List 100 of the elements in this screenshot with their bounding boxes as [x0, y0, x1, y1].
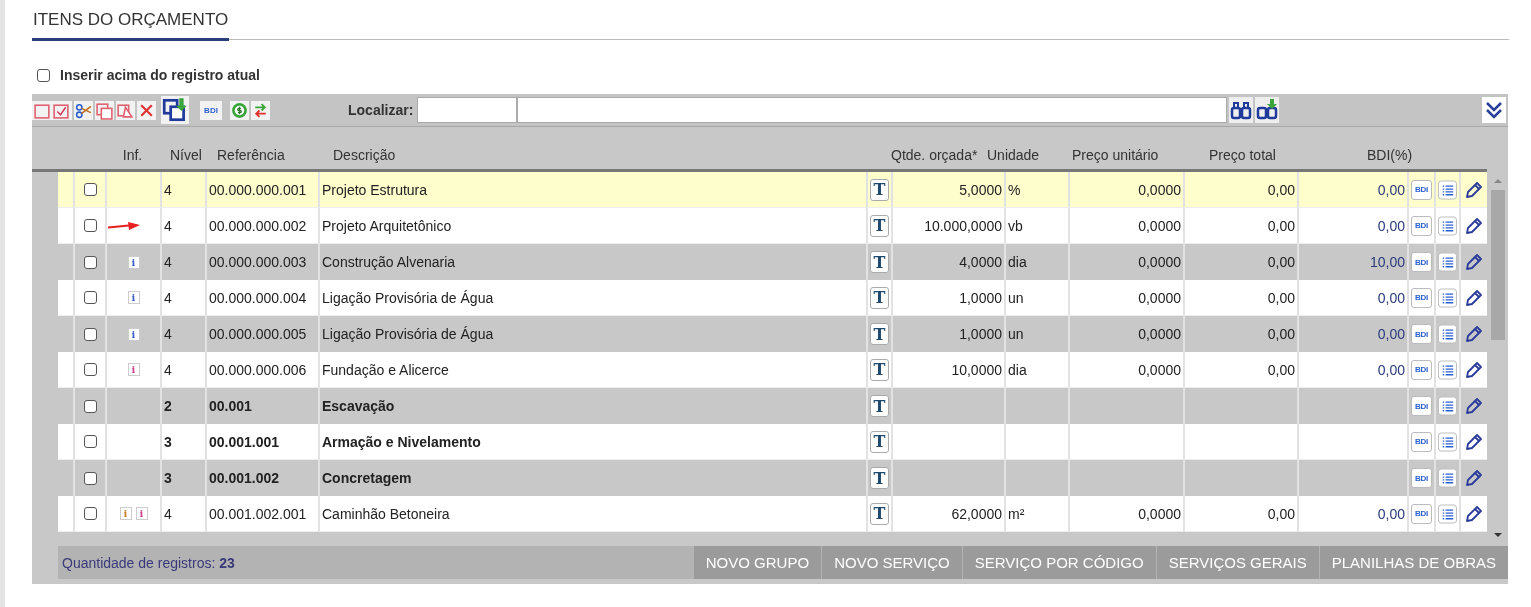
table-row[interactable]: 4 00.000.000.002 Projeto Arquitetônico T 10.000,0000 vb 0,0000 0,00 0,00 BDI [58, 208, 1487, 244]
info-icon[interactable]: i [135, 507, 148, 520]
table-cell: 00.000.000.004 [209, 289, 307, 306]
table-cell: 0,00 [1377, 217, 1405, 234]
bdi-button[interactable]: BDI [200, 100, 222, 120]
table-cell: 0,0000 [1138, 254, 1181, 270]
text-button[interactable]: T [870, 251, 889, 273]
row-checkbox[interactable] [83, 507, 97, 520]
checkbox[interactable] [37, 68, 50, 82]
row-checkbox[interactable] [83, 435, 97, 448]
info-icon[interactable]: i [127, 291, 140, 304]
checkbox-label: Inserir acima do registro atual [60, 67, 260, 83]
row-checkbox[interactable] [83, 219, 97, 232]
table-cell: 0,00 [1267, 289, 1295, 306]
edit-icon[interactable] [1464, 215, 1484, 236]
section-title: ITENS DO ORÇAMENTO [32, 10, 230, 41]
table-cell: 62,0000 [951, 505, 1002, 522]
list-icon[interactable] [1438, 252, 1457, 272]
list-icon[interactable] [1438, 396, 1457, 416]
list-icon[interactable] [1438, 324, 1457, 344]
expand-icon[interactable] [1482, 97, 1506, 123]
binoculars-icon[interactable] [1229, 97, 1254, 123]
table-row[interactable]: 3 00.001.001 Armação e Nivelamento T BDI [58, 424, 1487, 460]
table-row[interactable]: i 4 00.000.000.004 Ligação Provisória de Água T 1,0000 un 0,0000 0,00 0,00 BDI [58, 280, 1487, 316]
info-icon[interactable]: i [119, 507, 132, 520]
row-checkbox[interactable] [83, 363, 97, 376]
bdi-button[interactable]: BDI [1411, 503, 1432, 524]
table-cell: 4 [164, 289, 172, 306]
table-cell: un [1008, 326, 1024, 342]
column-header: Preço total [1209, 147, 1277, 163]
bdi-button[interactable]: BDI [1411, 215, 1432, 236]
text-button[interactable]: T [870, 395, 889, 417]
search-label: Localizar: [348, 102, 414, 118]
scroll-down-icon[interactable] [1492, 532, 1503, 538]
list-icon[interactable] [1438, 179, 1457, 200]
copy-down-icon[interactable] [161, 96, 189, 124]
table-cell: 00.001.002.001 [209, 505, 307, 522]
arrow-icon [106, 220, 141, 231]
list-icon[interactable] [1438, 503, 1457, 524]
row-checkbox[interactable] [83, 399, 97, 413]
row-checkbox[interactable] [83, 471, 97, 485]
list-icon[interactable] [1438, 287, 1457, 308]
table-cell: 0,00 [1377, 505, 1405, 522]
edit-icon[interactable] [1464, 503, 1484, 524]
checkbox-list-icon[interactable] [32, 100, 72, 120]
dollar-coin-icon[interactable] [230, 100, 249, 120]
bdi-button[interactable]: BDI [1411, 359, 1432, 380]
table-cell: 00.000.000.005 [209, 326, 307, 342]
row-checkbox[interactable] [83, 255, 97, 269]
bdi-button[interactable]: BDI [1411, 431, 1432, 452]
text-button[interactable]: T [870, 214, 889, 237]
text-button[interactable]: T [870, 502, 889, 525]
text-button[interactable]: T [870, 467, 889, 489]
search-field[interactable] [517, 97, 1228, 123]
row-checkbox[interactable] [83, 291, 97, 304]
edit-icon[interactable] [1464, 252, 1484, 272]
text-button[interactable]: T [870, 323, 889, 345]
list-icon[interactable] [1438, 431, 1457, 452]
table-cell: 4 [164, 505, 172, 522]
info-icon[interactable]: i [127, 327, 140, 341]
table-row[interactable]: i 4 00.000.000.006 Fundação e Alicerce T 10,0000 dia 0,0000 0,00 0,00 BDI [58, 352, 1487, 388]
info-icon[interactable]: i [127, 363, 140, 376]
list-icon[interactable] [1438, 359, 1457, 380]
text-button[interactable]: T [870, 178, 889, 201]
binoculars-download-icon[interactable] [1255, 97, 1280, 123]
edit-icon[interactable] [1464, 468, 1484, 488]
table-cell: Concretagem [322, 470, 412, 486]
scissors-icon[interactable] [74, 100, 93, 120]
table-row[interactable]: i i 4 00.001.002.001 Caminhão Betoneira T 62,0000 m² 0,0000 0,00 0,00 BDI [58, 496, 1487, 532]
table-cell: Fundação e Alicerce [322, 361, 449, 378]
row-checkbox[interactable] [83, 183, 97, 196]
paste-icon[interactable] [116, 100, 135, 120]
list-icon[interactable] [1438, 468, 1457, 488]
table-cell: dia [1008, 361, 1027, 378]
table-cell: 00.001.001 [209, 433, 280, 450]
search-field[interactable] [417, 97, 518, 123]
row-checkbox[interactable] [83, 327, 97, 341]
edit-icon[interactable] [1464, 287, 1484, 308]
swap-arrows-icon[interactable] [251, 100, 270, 120]
edit-icon[interactable] [1464, 324, 1484, 344]
list-icon[interactable] [1438, 215, 1457, 236]
table-row[interactable]: 4 00.000.000.001 Projeto Estrutura T 5,0000 % 0,0000 0,00 0,00 BDI [58, 172, 1487, 208]
table-cell: 0,0000 [1138, 217, 1181, 234]
text-button[interactable]: T [870, 286, 889, 309]
info-icon[interactable]: i [127, 255, 140, 269]
text-button[interactable]: T [870, 358, 889, 381]
bdi-button[interactable]: BDI [1411, 287, 1432, 308]
bdi-button[interactable]: BDI [1411, 179, 1432, 200]
copy-icon[interactable] [95, 100, 114, 120]
delete-icon[interactable] [137, 100, 156, 120]
bdi-button[interactable]: BDI [1411, 468, 1432, 488]
bdi-button[interactable]: BDI [1411, 252, 1432, 272]
edit-icon[interactable] [1464, 359, 1484, 380]
table-cell: 00.000.000.001 [209, 181, 307, 198]
edit-icon[interactable] [1464, 431, 1484, 452]
bdi-button[interactable]: BDI [1411, 324, 1432, 344]
text-button[interactable]: T [870, 430, 889, 453]
bdi-button[interactable]: BDI [1411, 396, 1432, 416]
edit-icon[interactable] [1464, 396, 1484, 416]
edit-icon[interactable] [1464, 179, 1484, 200]
